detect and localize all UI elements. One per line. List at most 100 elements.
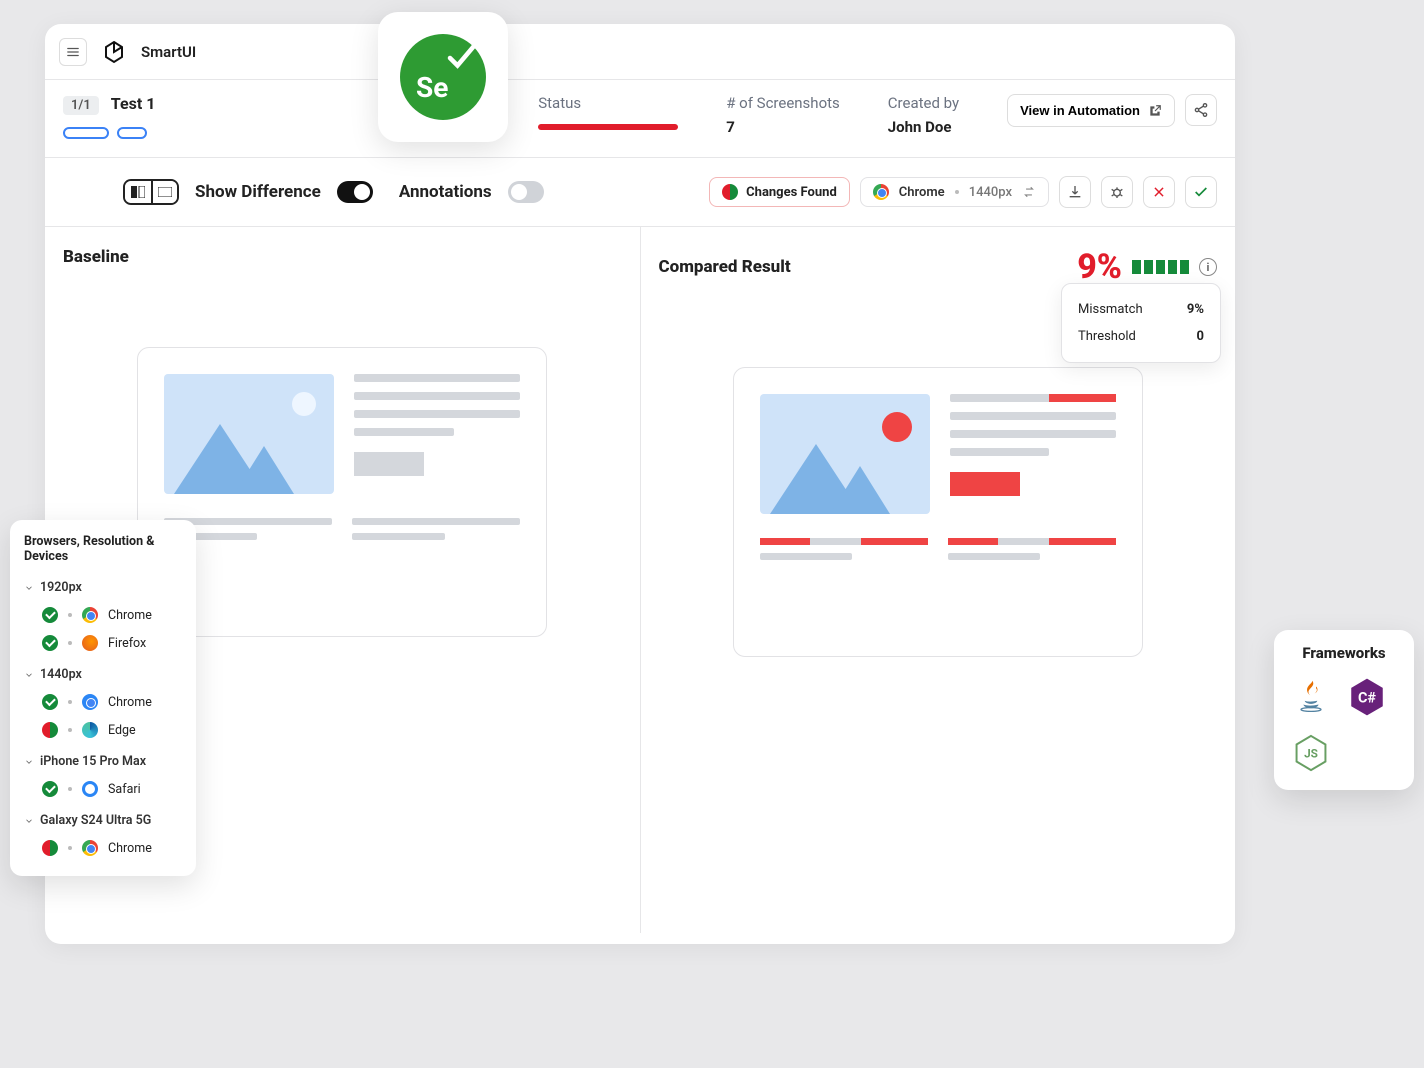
- status-ok-icon: [42, 635, 58, 651]
- share-icon: [1193, 102, 1209, 118]
- frameworks-panel: Frameworks C# JS: [1274, 630, 1414, 790]
- java-icon: [1288, 674, 1334, 720]
- threshold-indicator: [1132, 260, 1189, 274]
- test-header: 1/1 Test 1 Status # of Screenshots 7 Cre…: [45, 80, 1235, 158]
- changes-found-label: Changes Found: [746, 185, 837, 200]
- check-icon: [1193, 184, 1209, 200]
- swap-icon: [1022, 185, 1036, 199]
- baseline-title: Baseline: [45, 227, 640, 287]
- resolution-label: 1440px: [969, 185, 1012, 200]
- annotations-toggle[interactable]: [508, 181, 544, 203]
- browser-name: Chrome: [108, 841, 152, 856]
- screenshots-label: # of Screenshots: [726, 94, 840, 112]
- csharp-icon: C#: [1344, 674, 1390, 720]
- device-group-galaxy[interactable]: Galaxy S24 Ultra 5G: [20, 807, 186, 834]
- browser-name: Chrome: [108, 608, 152, 623]
- status-meta: Status: [538, 94, 678, 130]
- browser-item[interactable]: Chrome: [20, 688, 186, 716]
- chevron-down-icon: [24, 583, 34, 593]
- status-bar: [538, 124, 678, 130]
- browser-item[interactable]: Edge: [20, 716, 186, 744]
- baseline-preview: [137, 347, 547, 637]
- mismatch-percent: 9%: [1077, 247, 1122, 287]
- group-label: iPhone 15 Pro Max: [40, 754, 146, 769]
- browser-name: Firefox: [108, 636, 146, 651]
- status-ok-icon: [42, 781, 58, 797]
- view-in-automation-button[interactable]: View in Automation: [1007, 94, 1175, 127]
- compared-image-placeholder: [760, 394, 930, 514]
- safari-icon: [82, 781, 98, 797]
- threshold-label: Threshold: [1078, 329, 1136, 344]
- browser-item[interactable]: Firefox: [20, 629, 186, 657]
- compared-preview: [733, 367, 1143, 657]
- changes-found-pill[interactable]: Changes Found: [709, 177, 850, 207]
- show-difference-toggle[interactable]: [337, 181, 373, 203]
- hamburger-icon: [66, 45, 80, 59]
- resolution-group-1920[interactable]: 1920px: [20, 574, 186, 601]
- download-icon: [1067, 184, 1083, 200]
- group-label: 1920px: [40, 580, 82, 595]
- created-by-meta: Created by John Doe: [888, 94, 959, 136]
- browsers-panel: Browsers, Resolution & Devices 1920px Ch…: [10, 520, 196, 876]
- bug-button[interactable]: [1101, 176, 1133, 208]
- selenium-icon: Se: [400, 34, 486, 120]
- view-mode-toggle[interactable]: [123, 179, 179, 205]
- share-button[interactable]: [1185, 94, 1217, 126]
- screenshots-value: 7: [726, 118, 840, 136]
- selenium-badge: Se: [378, 12, 508, 142]
- status-ok-icon: [42, 694, 58, 710]
- compared-pane: Compared Result 9% i Missmatch 9% Thresh…: [641, 227, 1236, 933]
- toolbar: Show Difference Annotations Changes Foun…: [45, 158, 1235, 227]
- group-label: Galaxy S24 Ultra 5G: [40, 813, 151, 828]
- external-link-icon: [1148, 104, 1162, 118]
- resolution-group-1440[interactable]: 1440px: [20, 661, 186, 688]
- approve-button[interactable]: [1185, 176, 1217, 208]
- titlebar: SmartUI: [45, 24, 1235, 80]
- progress-pills: [63, 127, 155, 139]
- browser-name: Edge: [108, 723, 136, 738]
- edge-icon: [82, 722, 98, 738]
- chrome-icon: [82, 840, 98, 856]
- browser-name: Chrome: [108, 695, 152, 710]
- test-counter: 1/1: [63, 96, 99, 115]
- chevron-down-icon: [24, 816, 34, 826]
- baseline-image-placeholder: [164, 374, 334, 494]
- svg-text:JS: JS: [1304, 747, 1318, 761]
- single-view-icon: [151, 181, 177, 203]
- chrome-icon: [82, 694, 98, 710]
- frameworks-title: Frameworks: [1288, 644, 1400, 662]
- created-by-value: John Doe: [888, 118, 959, 136]
- created-by-label: Created by: [888, 94, 959, 112]
- chevron-down-icon: [24, 670, 34, 680]
- browser-item[interactable]: Chrome: [20, 601, 186, 629]
- browser-name: Safari: [108, 782, 141, 797]
- menu-button[interactable]: [59, 38, 87, 66]
- view-in-automation-label: View in Automation: [1020, 103, 1140, 118]
- download-button[interactable]: [1059, 176, 1091, 208]
- chrome-icon: [82, 607, 98, 623]
- info-icon[interactable]: i: [1199, 258, 1217, 276]
- test-name: Test 1: [111, 94, 156, 113]
- status-diff-icon: [42, 722, 58, 738]
- chevron-down-icon: [24, 757, 34, 767]
- nodejs-icon: JS: [1288, 730, 1334, 776]
- split-view-icon: [125, 181, 151, 203]
- app-logo-icon: [101, 39, 127, 65]
- browser-item[interactable]: Safari: [20, 775, 186, 803]
- app-window: SmartUI 1/1 Test 1 Status # of Screensho…: [45, 24, 1235, 944]
- browser-item[interactable]: Chrome: [20, 834, 186, 862]
- browser-resolution-pill[interactable]: Chrome 1440px: [860, 177, 1049, 207]
- app-title: SmartUI: [141, 43, 196, 61]
- annotations-label: Annotations: [399, 182, 492, 202]
- mismatch-label: Missmatch: [1078, 302, 1143, 317]
- browser-label: Chrome: [899, 185, 945, 200]
- device-group-iphone[interactable]: iPhone 15 Pro Max: [20, 748, 186, 775]
- bug-icon: [1109, 184, 1125, 200]
- threshold-value: 0: [1197, 329, 1204, 344]
- svg-text:C#: C#: [1358, 689, 1376, 706]
- show-difference-label: Show Difference: [195, 182, 321, 202]
- compare-area: Baseline Compared R: [45, 227, 1235, 933]
- chrome-icon: [873, 184, 889, 200]
- reject-button[interactable]: [1143, 176, 1175, 208]
- firefox-icon: [82, 635, 98, 651]
